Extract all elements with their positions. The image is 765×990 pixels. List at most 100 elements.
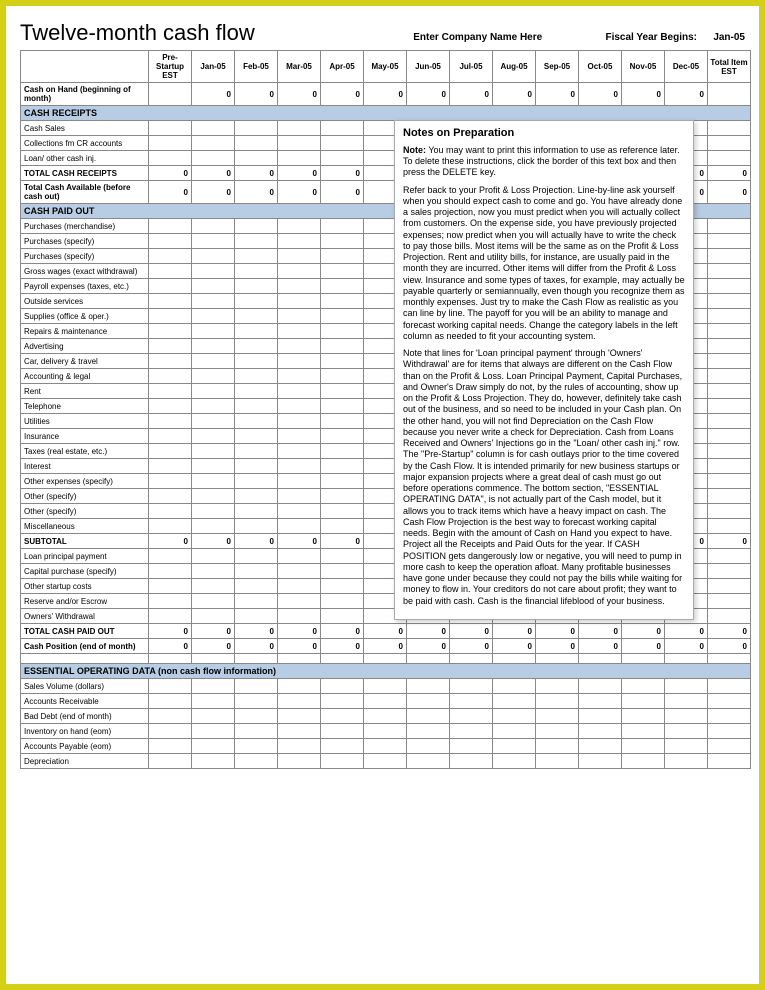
cell[interactable]: 0 <box>321 639 364 654</box>
cell[interactable] <box>278 739 321 754</box>
cell[interactable] <box>149 579 192 594</box>
cell[interactable] <box>235 279 278 294</box>
cell[interactable] <box>235 579 278 594</box>
cell[interactable] <box>708 384 751 399</box>
cell[interactable] <box>235 444 278 459</box>
cell[interactable] <box>192 399 235 414</box>
cell[interactable] <box>321 121 364 136</box>
cell[interactable] <box>149 384 192 399</box>
cell[interactable]: 0 <box>192 639 235 654</box>
cell[interactable] <box>192 709 235 724</box>
cell[interactable] <box>622 754 665 769</box>
cell[interactable] <box>708 504 751 519</box>
cell[interactable]: 0 <box>665 624 708 639</box>
cell[interactable] <box>321 384 364 399</box>
cell[interactable] <box>235 429 278 444</box>
cell[interactable] <box>407 679 450 694</box>
cell[interactable] <box>149 709 192 724</box>
cell[interactable] <box>192 234 235 249</box>
cell[interactable] <box>579 739 622 754</box>
cell[interactable] <box>278 504 321 519</box>
cell[interactable] <box>321 279 364 294</box>
cell[interactable]: 0 <box>450 83 493 106</box>
cell[interactable] <box>708 549 751 564</box>
cell[interactable] <box>321 724 364 739</box>
cell[interactable]: 0 <box>536 639 579 654</box>
cell[interactable] <box>278 519 321 534</box>
cell[interactable] <box>321 136 364 151</box>
cell[interactable]: 0 <box>235 83 278 106</box>
cell[interactable] <box>321 249 364 264</box>
cell[interactable] <box>364 709 407 724</box>
cell[interactable] <box>665 709 708 724</box>
cell[interactable] <box>450 694 493 709</box>
cell[interactable] <box>149 354 192 369</box>
cell[interactable]: 0 <box>665 83 708 106</box>
cell[interactable]: 0 <box>321 181 364 204</box>
cell[interactable]: 0 <box>149 534 192 549</box>
cell[interactable] <box>192 339 235 354</box>
cell[interactable]: 0 <box>536 624 579 639</box>
cell[interactable] <box>708 694 751 709</box>
cell[interactable] <box>708 414 751 429</box>
cell[interactable] <box>149 339 192 354</box>
cell[interactable] <box>149 519 192 534</box>
cell[interactable]: 0 <box>579 83 622 106</box>
cell[interactable] <box>321 339 364 354</box>
cell[interactable] <box>235 414 278 429</box>
cell[interactable] <box>493 754 536 769</box>
cell[interactable] <box>278 151 321 166</box>
cell[interactable] <box>149 489 192 504</box>
cell[interactable] <box>708 151 751 166</box>
cell[interactable] <box>192 249 235 264</box>
cell[interactable] <box>708 429 751 444</box>
cell[interactable] <box>149 679 192 694</box>
cell[interactable]: 0 <box>278 83 321 106</box>
cell[interactable] <box>192 264 235 279</box>
cell[interactable] <box>149 414 192 429</box>
cell[interactable]: 0 <box>493 83 536 106</box>
cell[interactable]: 0 <box>708 166 751 181</box>
cell[interactable] <box>149 754 192 769</box>
cell[interactable] <box>149 429 192 444</box>
cell[interactable] <box>579 754 622 769</box>
cell[interactable]: 0 <box>407 83 450 106</box>
cell[interactable] <box>278 384 321 399</box>
cell[interactable] <box>278 249 321 264</box>
cell[interactable] <box>665 739 708 754</box>
cell[interactable] <box>235 136 278 151</box>
cell[interactable] <box>235 694 278 709</box>
cell[interactable]: 0 <box>708 181 751 204</box>
cell[interactable] <box>278 444 321 459</box>
cell[interactable] <box>493 724 536 739</box>
cell[interactable]: 0 <box>536 83 579 106</box>
cell[interactable] <box>493 739 536 754</box>
cell[interactable]: 0 <box>235 166 278 181</box>
cell[interactable]: 0 <box>708 624 751 639</box>
cell[interactable] <box>235 474 278 489</box>
cell[interactable] <box>149 219 192 234</box>
cell[interactable]: 0 <box>149 624 192 639</box>
cell[interactable] <box>235 609 278 624</box>
cell[interactable] <box>708 724 751 739</box>
cell[interactable] <box>149 504 192 519</box>
cell[interactable] <box>579 709 622 724</box>
cell[interactable] <box>149 136 192 151</box>
cell[interactable] <box>321 579 364 594</box>
cell[interactable]: 0 <box>149 166 192 181</box>
cell[interactable] <box>321 354 364 369</box>
cell[interactable] <box>708 609 751 624</box>
cell[interactable] <box>235 264 278 279</box>
cell[interactable] <box>321 679 364 694</box>
cell[interactable] <box>192 414 235 429</box>
cell[interactable] <box>192 354 235 369</box>
cell[interactable]: 0 <box>321 624 364 639</box>
cell[interactable] <box>708 121 751 136</box>
cell[interactable] <box>708 399 751 414</box>
cell[interactable] <box>278 594 321 609</box>
cell[interactable] <box>278 474 321 489</box>
cell[interactable] <box>149 234 192 249</box>
cell[interactable] <box>192 519 235 534</box>
cell[interactable] <box>149 279 192 294</box>
cell[interactable] <box>407 709 450 724</box>
